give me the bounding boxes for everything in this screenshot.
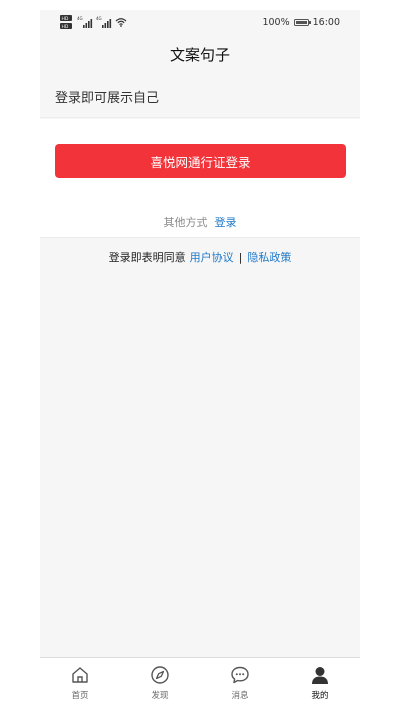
status-bar: HD HD 4G 4G 100% 16:00 (40, 10, 360, 34)
app-screen: HD HD 4G 4G 100% 16:00 文案句子 登录即可展示自己 喜悦网… (40, 10, 360, 711)
agreement-notice: 登录即表明同意 用户协议 | 隐私政策 (40, 249, 360, 265)
hd-bottom-text: HD (62, 24, 69, 29)
agreement-separator: | (238, 250, 243, 264)
other-login-methods: 其他方式 登录 (40, 214, 360, 230)
user-agreement-link[interactable]: 用户协议 (190, 249, 234, 265)
tab-mine[interactable]: 我的 (280, 658, 360, 711)
bottom-tab-bar: 首页 发现 消息 我的 (40, 657, 360, 711)
battery-percent: 100% (262, 16, 290, 28)
signal-icon: 4G (77, 16, 93, 28)
login-prompt-row[interactable]: 登录即可展示自己 (40, 75, 360, 118)
page-title: 文案句子 (169, 45, 230, 64)
tab-messages[interactable]: 消息 (200, 658, 280, 711)
compass-icon (151, 666, 169, 684)
tab-home-label: 首页 (71, 691, 89, 701)
tab-messages-label: 消息 (231, 691, 249, 701)
nav-bar: 文案句子 (40, 34, 360, 74)
status-right: 100% 16:00 (262, 14, 340, 30)
hd-badge-icon: HD HD (60, 15, 72, 29)
passport-login-button[interactable]: 喜悦网通行证登录 (55, 144, 346, 178)
login-section: 喜悦网通行证登录 其他方式 登录 (40, 119, 360, 238)
tab-mine-label: 我的 (311, 691, 329, 701)
signal-icon-2: 4G (96, 16, 112, 28)
tab-home[interactable]: 首页 (40, 658, 120, 711)
battery-fill (295, 20, 307, 24)
network-type-1: 4G (77, 16, 83, 21)
agreement-prefix: 登录即表明同意 (108, 251, 186, 264)
login-prompt-text: 登录即可展示自己 (55, 90, 160, 106)
home-icon (72, 667, 88, 683)
tab-discover[interactable]: 发现 (120, 658, 200, 711)
person-icon (312, 667, 328, 684)
chat-bubble-icon (231, 666, 249, 684)
other-login-link[interactable]: 登录 (215, 214, 237, 230)
hd-top-text: HD (62, 16, 69, 22)
clock: 16:00 (312, 16, 340, 28)
network-type-2: 4G (96, 16, 102, 21)
tab-discover-label: 发现 (151, 691, 169, 701)
battery-icon (293, 18, 311, 26)
signal-group: HD HD 4G 4G (60, 15, 127, 29)
wifi-icon (115, 18, 127, 27)
privacy-policy-link[interactable]: 隐私政策 (247, 249, 291, 265)
other-methods-label: 其他方式 (163, 216, 208, 229)
